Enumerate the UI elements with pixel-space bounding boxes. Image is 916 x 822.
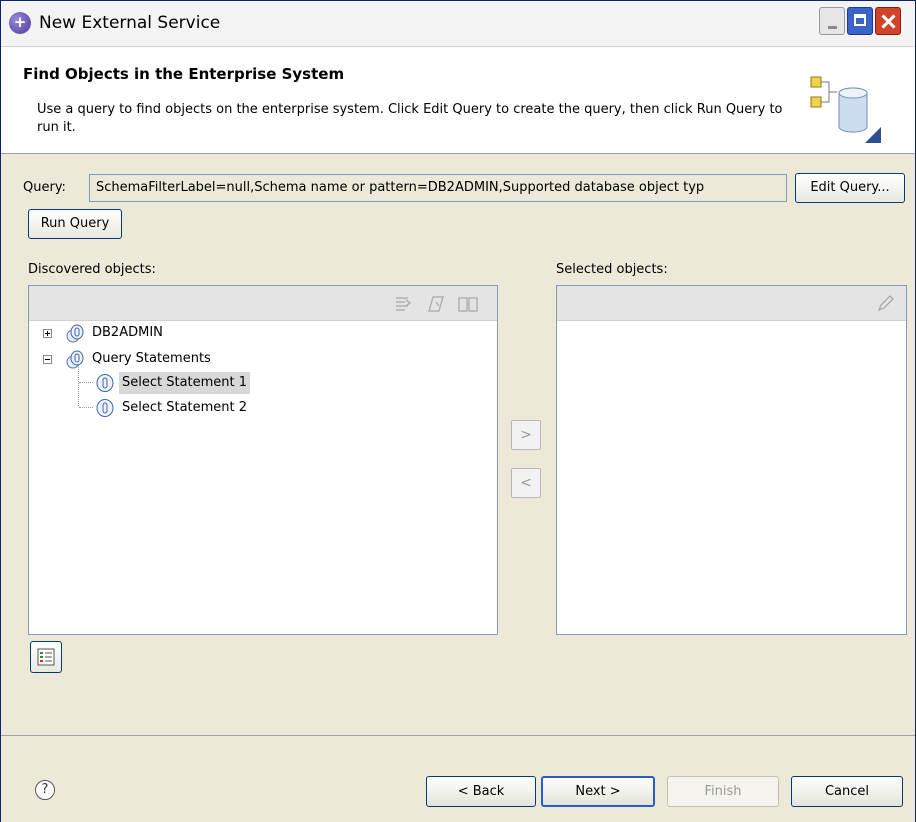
query-field[interactable]: SchemaFilterLabel=null,Schema name or pa… <box>89 174 787 202</box>
next-button[interactable]: Next > <box>541 776 655 807</box>
tree-item-query-statements[interactable]: Query Statements <box>29 348 489 370</box>
tree-item-label: Query Statements <box>92 351 211 366</box>
minimize-button[interactable] <box>819 7 845 35</box>
statement-icon <box>96 374 114 392</box>
tree-item-label: Select Statement 2 <box>122 400 248 415</box>
discovered-objects-label: Discovered objects: <box>28 262 156 277</box>
filter-icon[interactable] <box>393 294 413 314</box>
finish-button[interactable]: Finish <box>667 776 779 807</box>
back-button[interactable]: < Back <box>426 776 536 807</box>
remove-selected-button[interactable]: < <box>511 468 541 498</box>
tree-item-select-statement-1[interactable]: Select Statement 1 <box>29 372 489 394</box>
properties-button[interactable] <box>30 641 62 673</box>
window-title: New External Service <box>39 13 221 33</box>
statement-icon <box>96 399 114 417</box>
schema-folder-icon <box>66 350 84 369</box>
maximize-button[interactable] <box>847 7 873 35</box>
app-icon <box>9 12 31 34</box>
tree-item-db2admin[interactable]: DB2ADMIN <box>29 322 489 344</box>
pencil-icon[interactable] <box>875 294 895 314</box>
database-wizard-icon <box>810 76 881 143</box>
add-selected-button[interactable]: > <box>511 420 541 450</box>
wizard-footer: ? < Back Next > Finish Cancel <box>1 735 915 822</box>
selected-toolbar <box>557 286 906 321</box>
tree-item-label: DB2ADMIN <box>92 325 163 340</box>
properties-icon <box>37 648 55 666</box>
expand-icon[interactable] <box>43 329 52 338</box>
selected-objects-list[interactable] <box>556 285 907 635</box>
wizard-header: Find Objects in the Enterprise System Us… <box>1 47 915 154</box>
selected-objects-label: Selected objects: <box>556 262 668 277</box>
discovered-toolbar <box>29 286 497 321</box>
edit-icon[interactable] <box>427 294 447 314</box>
cancel-button[interactable]: Cancel <box>791 776 903 807</box>
title-bar: New External Service <box>1 1 915 47</box>
schema-folder-icon <box>66 324 84 343</box>
query-label: Query: <box>23 180 66 195</box>
page-description: Use a query to find objects on the enter… <box>37 102 783 135</box>
page-title: Find Objects in the Enterprise System <box>23 65 345 83</box>
tree-item-label: Select Statement 1 <box>119 372 251 394</box>
wizard-window: New External Service Find Objects in the… <box>0 0 916 822</box>
discovered-objects-tree[interactable]: DB2ADMIN Query Statements Select Stateme <box>28 285 498 635</box>
wizard-content: Query: SchemaFilterLabel=null,Schema nam… <box>1 154 915 734</box>
tree-item-select-statement-2[interactable]: Select Statement 2 <box>29 397 489 419</box>
book-icon[interactable] <box>457 294 479 314</box>
collapse-icon[interactable] <box>43 355 52 364</box>
edit-query-button[interactable]: Edit Query... <box>795 173 905 203</box>
close-button[interactable] <box>875 7 901 35</box>
help-icon[interactable]: ? <box>35 780 55 800</box>
run-query-button[interactable]: Run Query <box>28 209 122 239</box>
